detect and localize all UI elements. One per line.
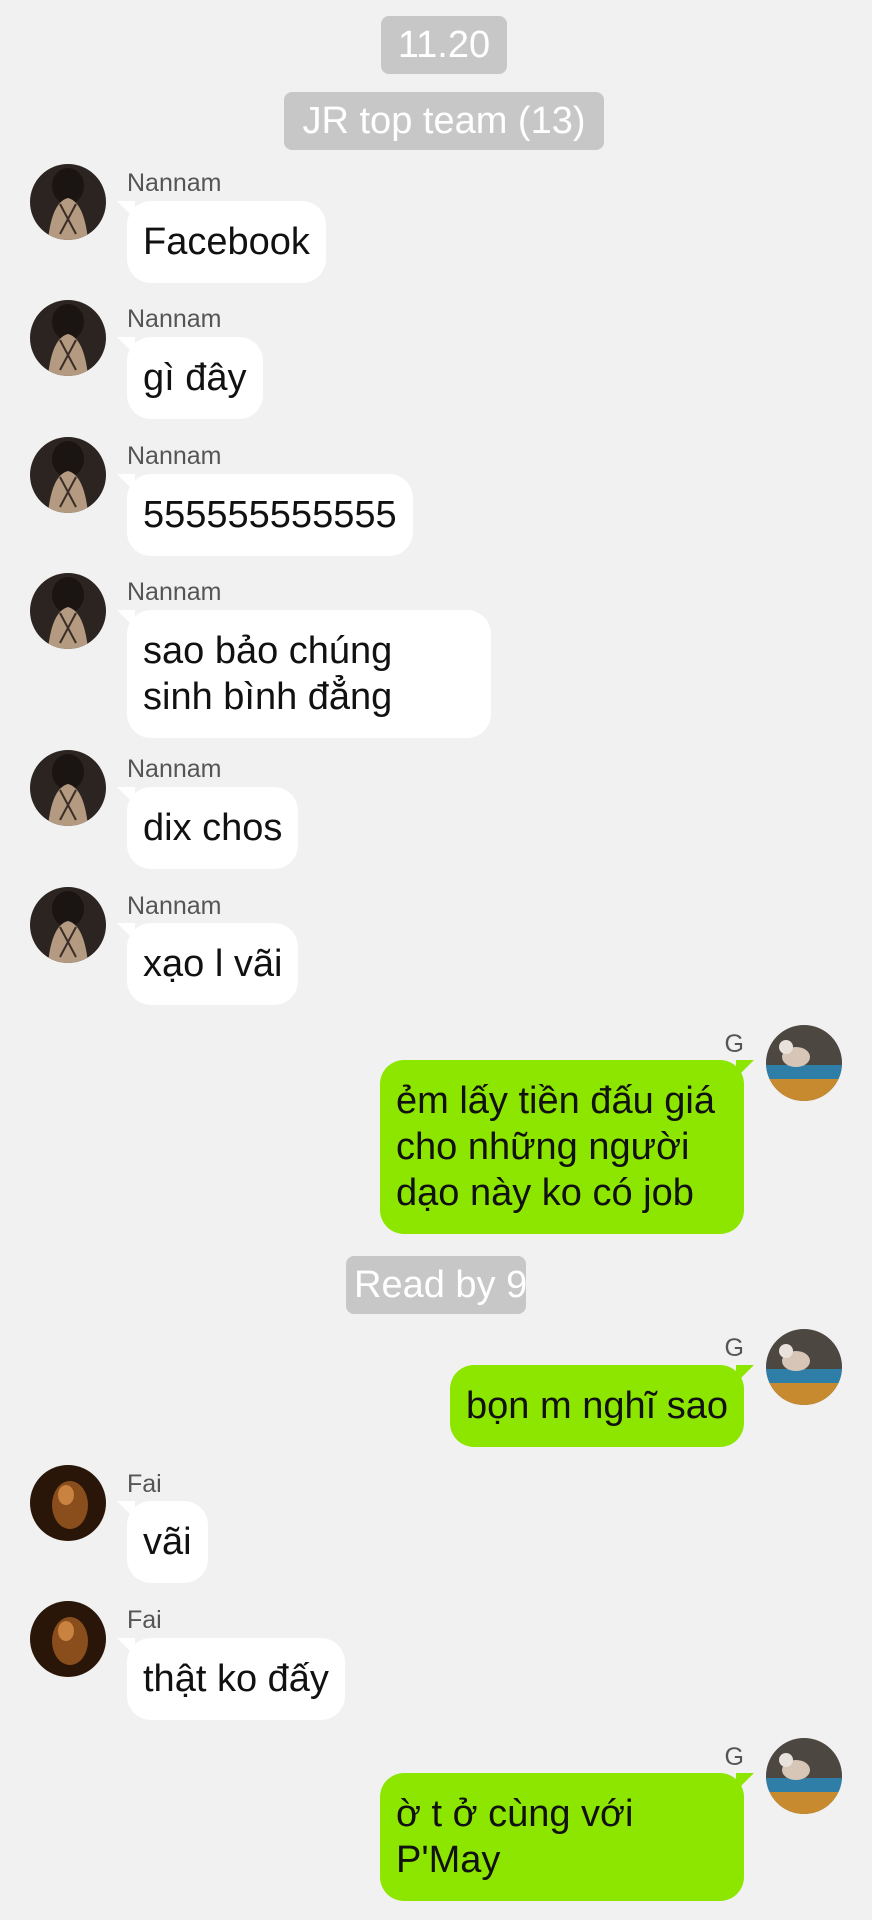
group-title: JR top team (13) <box>284 92 604 150</box>
message-bubble[interactable]: thật ko đấy <box>117 1638 345 1720</box>
g-avatar-icon[interactable] <box>766 1738 842 1814</box>
sender-name: Nannam <box>127 305 222 333</box>
message-bubble[interactable]: vãi <box>117 1501 208 1583</box>
message-bubble[interactable]: Facebook <box>117 201 326 283</box>
fai-avatar-icon[interactable] <box>30 1465 106 1541</box>
sender-name: Fai <box>127 1470 162 1498</box>
sender-name: G <box>724 1334 744 1362</box>
message-bubble[interactable]: sao bảo chúng sinh bình đẳng <box>117 610 491 738</box>
chat-thread[interactable]: 11.20 JR top team (13) Nannam Facebook N… <box>0 0 872 1920</box>
nannam-avatar-icon[interactable] <box>30 573 106 649</box>
nannam-avatar-icon[interactable] <box>30 437 106 513</box>
date-label: 11.20 <box>381 16 507 74</box>
nannam-avatar-icon[interactable] <box>30 887 106 963</box>
nannam-avatar-icon[interactable] <box>30 164 106 240</box>
g-avatar-icon[interactable] <box>766 1025 842 1101</box>
sender-name: Nannam <box>127 755 222 783</box>
sender-name: Nannam <box>127 442 222 470</box>
message-bubble[interactable]: ờ t ở cùng với P'May <box>380 1773 754 1901</box>
fai-avatar-icon[interactable] <box>30 1601 106 1677</box>
nannam-avatar-icon[interactable] <box>30 300 106 376</box>
message-bubble[interactable]: bọn m nghĩ sao <box>450 1365 754 1447</box>
nannam-avatar-icon[interactable] <box>30 750 106 826</box>
g-avatar-icon[interactable] <box>766 1329 842 1405</box>
sender-name: G <box>724 1743 744 1771</box>
sender-name: Nannam <box>127 892 222 920</box>
message-bubble[interactable]: dix chos <box>116 787 299 869</box>
message-bubble[interactable]: ẻm lấy tiền đấu giá cho những người dạo … <box>380 1060 754 1234</box>
message-bubble[interactable]: gì đây <box>117 337 263 419</box>
sender-name: Fai <box>127 1606 162 1634</box>
sender-name: G <box>724 1030 744 1058</box>
read-receipt: Read by 9 <box>346 1256 527 1314</box>
sender-name: Nannam <box>127 578 222 606</box>
sender-name: Nannam <box>127 169 222 197</box>
message-bubble[interactable]: xạo l vãi <box>116 923 299 1005</box>
message-bubble[interactable]: 555555555555 <box>117 474 413 556</box>
